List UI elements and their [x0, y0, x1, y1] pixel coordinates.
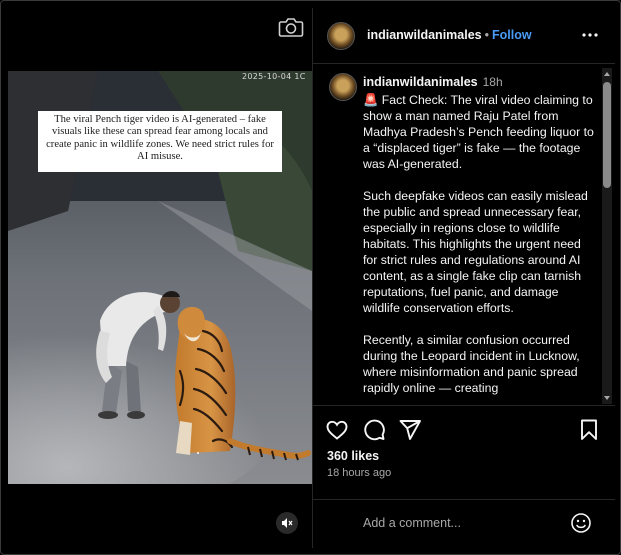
media-panel: 2025-10-04 1C The viral Pench tiger vide… — [8, 8, 312, 548]
video-caption-overlay: The viral Pench tiger video is AI-genera… — [38, 111, 282, 172]
header-username-row: indianwildanimales • Follow — [367, 28, 532, 42]
header-username[interactable]: indianwildanimales — [367, 28, 482, 42]
speaker-muted-icon — [282, 518, 293, 528]
post-username[interactable]: indianwildanimales — [363, 75, 478, 89]
comment-bar — [313, 499, 615, 548]
scroll-up-icon[interactable] — [603, 70, 611, 78]
comment-icon[interactable] — [362, 418, 386, 442]
scroll-thumb[interactable] — [603, 82, 611, 188]
video-player[interactable]: 2025-10-04 1C The viral Pench tiger vide… — [8, 71, 312, 484]
details-panel: indianwildanimales • Follow indianwildanim… — [313, 8, 615, 548]
post-actions: 360 likes 18 hours ago — [313, 405, 615, 512]
share-icon[interactable] — [398, 418, 422, 442]
more-options-icon[interactable] — [579, 26, 601, 44]
follow-button[interactable]: Follow — [492, 28, 532, 42]
comments-scrollbar[interactable] — [602, 68, 612, 404]
header-separator: • — [484, 28, 490, 42]
video-timestamp: 2025-10-04 1C — [242, 72, 306, 81]
post-text: 🚨 Fact Check: The viral video claiming t… — [363, 93, 594, 395]
scroll-down-icon[interactable] — [603, 394, 611, 402]
mute-button[interactable] — [276, 512, 298, 534]
bookmark-icon[interactable] — [577, 418, 601, 442]
post-dialog: 2025-10-04 1C The viral Pench tiger vide… — [0, 0, 621, 555]
avatar[interactable] — [327, 22, 355, 50]
likes-count[interactable]: 360 likes — [327, 449, 379, 463]
comments-section[interactable]: indianwildanimales 18h 🚨 Fact Check: The … — [313, 65, 615, 405]
comment-input[interactable] — [363, 513, 563, 533]
emoji-icon[interactable] — [570, 512, 592, 534]
post-time[interactable]: 18h — [483, 75, 503, 89]
post-author-avatar[interactable] — [329, 73, 357, 101]
post-header: indianwildanimales • Follow — [313, 8, 615, 64]
camera-icon[interactable] — [278, 16, 304, 38]
post-caption: indianwildanimales 18h 🚨 Fact Check: The … — [363, 73, 595, 396]
posted-time[interactable]: 18 hours ago — [327, 467, 391, 479]
heart-icon[interactable] — [325, 418, 349, 442]
